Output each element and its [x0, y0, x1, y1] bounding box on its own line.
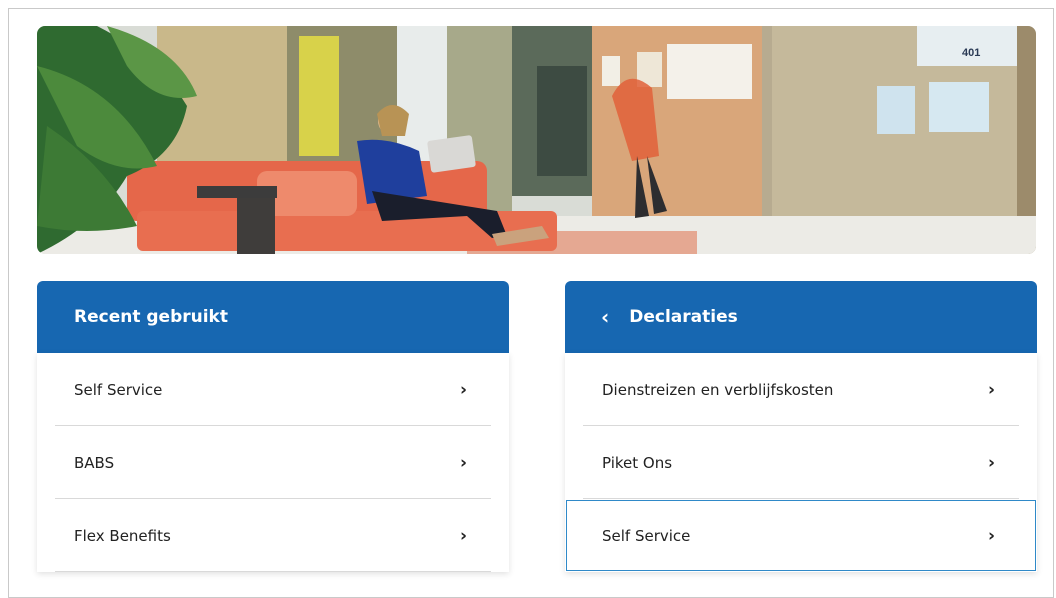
recent-item-self-service[interactable]: Self Service ›	[37, 353, 509, 426]
chevron-right-icon: ›	[459, 379, 467, 400]
recent-used-list: Self Service › BABS › Flex Benefits ›	[37, 353, 509, 572]
recent-item-babs[interactable]: BABS ›	[37, 426, 509, 499]
chevron-left-icon[interactable]: ‹	[601, 307, 609, 327]
recent-used-panel: Recent gebruikt Self Service › BABS › Fl…	[37, 281, 509, 586]
chevron-right-icon: ›	[987, 525, 995, 546]
recent-used-title: Recent gebruikt	[74, 307, 228, 327]
chevron-right-icon: ›	[987, 452, 995, 473]
list-item-label: Dienstreizen en verblijfskosten	[602, 380, 834, 399]
declarations-panel: ‹ Declaraties Dienstreizen en verblijfsk…	[565, 281, 1037, 586]
room-number-sign: 401	[962, 47, 980, 59]
declarations-list: Dienstreizen en verblijfskosten › Piket …	[565, 353, 1037, 572]
declarations-item-self-service[interactable]: Self Service ›	[565, 499, 1037, 572]
list-item-label: BABS	[74, 453, 115, 472]
chevron-right-icon: ›	[459, 525, 467, 546]
declarations-header: ‹ Declaraties	[565, 281, 1037, 353]
declarations-item-piket-ons[interactable]: Piket Ons ›	[565, 426, 1037, 499]
recent-used-header: Recent gebruikt	[37, 281, 509, 353]
list-item-label: Self Service	[74, 380, 163, 399]
list-item-label: Flex Benefits	[74, 526, 171, 545]
chevron-right-icon: ›	[459, 452, 467, 473]
list-item-label: Self Service	[602, 526, 691, 545]
declarations-title: Declaraties	[629, 307, 738, 327]
list-item-label: Piket Ons	[602, 453, 673, 472]
hero-banner-image: 401	[37, 26, 1036, 254]
chevron-right-icon: ›	[987, 379, 995, 400]
recent-item-flex-benefits[interactable]: Flex Benefits ›	[37, 499, 509, 572]
declarations-item-dienstreizen[interactable]: Dienstreizen en verblijfskosten ›	[565, 353, 1037, 426]
